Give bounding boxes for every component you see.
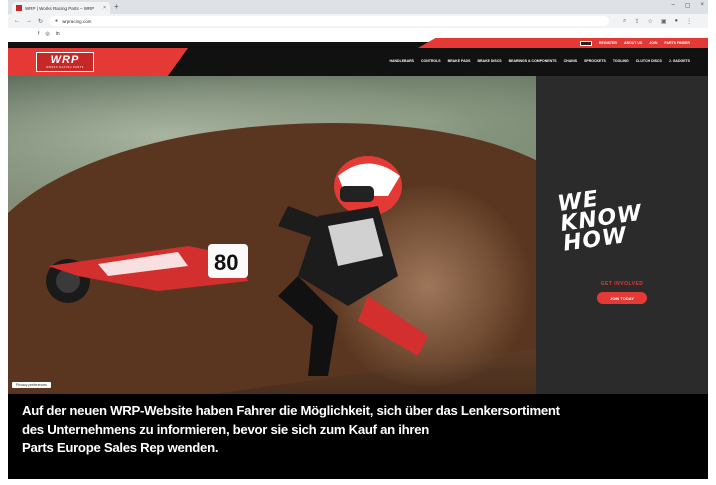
caption-line: Auf der neuen WRP-Website haben Fahrer d… (22, 403, 560, 418)
bookmark-star-icon[interactable]: ☆ (647, 18, 652, 25)
utility-link-join[interactable]: JOIN (649, 41, 657, 45)
promo-panel: WE KNOW HOW GET INVOLVED JOIN TODAY (536, 76, 708, 394)
extensions-icon[interactable]: ▣ (661, 18, 667, 25)
nav-item-gadgets[interactable]: J. GADGETS (669, 59, 690, 63)
url-text: wrpracing.com (62, 18, 92, 24)
caption-line: des Unternehmens zu informieren, bevor s… (22, 421, 429, 437)
favicon-icon (16, 5, 22, 11)
utility-link-about[interactable]: ABOUT US (624, 41, 642, 45)
nav-item-bearings[interactable]: BEARINGS & COMPONENTS (509, 59, 557, 63)
window-controls: – ▢ × (671, 2, 704, 9)
tab-close-icon[interactable]: × (103, 5, 106, 11)
linkedin-icon[interactable]: in (56, 31, 60, 37)
utility-link-parts-finder[interactable]: PARTS FINDER (664, 41, 690, 45)
promo-slogan: WE KNOW HOW (556, 177, 693, 257)
nav-item-brake-discs[interactable]: BRAKE DISCS (477, 59, 501, 63)
logo-subtext: WORKS RACING PARTS (46, 66, 84, 69)
address-row: ← → ↻ ● wrpracing.com ⌕ ⇪ ☆ ▣ ● ⋮ (8, 14, 708, 28)
privacy-preferences-button[interactable]: Privacy preferences (12, 382, 51, 388)
utility-nav: REGISTER ABOUT US JOIN PARTS FINDER (418, 38, 708, 48)
maximize-button[interactable]: ▢ (685, 2, 691, 9)
join-today-button[interactable]: JOIN TODAY (597, 292, 647, 304)
reload-icon[interactable]: ↻ (38, 18, 43, 25)
nav-item-sprockets[interactable]: SPROCKETS (584, 59, 606, 63)
tab-bar: WRP | Works Racing Parts – WRP × + – ▢ × (8, 0, 708, 14)
hero-image: 80 Privacy preferences (8, 76, 536, 394)
logo-text: WRP (50, 54, 80, 66)
instagram-icon[interactable]: ◎ (45, 31, 49, 37)
nav-item-chains[interactable]: CHAINS (564, 59, 577, 63)
back-arrow-icon[interactable]: ← (14, 18, 20, 24)
new-tab-button[interactable]: + (114, 2, 119, 12)
minimize-button[interactable]: – (671, 2, 674, 9)
language-flag-icon[interactable] (580, 40, 593, 46)
browser-tab[interactable]: WRP | Works Racing Parts – WRP × (12, 2, 110, 14)
utility-link-register[interactable]: REGISTER (599, 41, 617, 45)
zoom-icon[interactable]: ⌕ (623, 18, 626, 25)
lock-icon: ● (55, 18, 59, 24)
wrp-logo[interactable]: WRP WORKS RACING PARTS (36, 52, 94, 72)
caption-line: Parts Europe Sales Rep wenden. (22, 440, 219, 455)
nav-item-clutch-discs[interactable]: CLUTCH DISCS (636, 59, 662, 63)
profile-icon[interactable]: ● (675, 18, 679, 25)
facebook-icon[interactable]: f (38, 31, 39, 37)
tab-title: WRP | Works Racing Parts – WRP (25, 5, 95, 11)
site-header: WRP WORKS RACING PARTS HANDLEBARS CONTRO… (8, 48, 708, 78)
nav-item-brake-pads[interactable]: BRAKE PADS (448, 59, 471, 63)
nav-item-tooling[interactable]: TOOLING (613, 59, 629, 63)
browser-toolbar-icons: ⌕ ⇪ ☆ ▣ ● ⋮ (623, 18, 692, 25)
main-nav: HANDLEBARS CONTROLS BRAKE PADS BRAKE DIS… (389, 59, 690, 63)
address-bar[interactable]: ● wrpracing.com (49, 16, 610, 26)
social-links: f ◎ in (38, 31, 60, 37)
close-window-button[interactable]: × (700, 2, 704, 9)
share-icon[interactable]: ⇪ (634, 18, 639, 25)
logo-block: WRP WORKS RACING PARTS (8, 48, 188, 78)
website-viewport: f ◎ in REGISTER ABOUT US JOIN PARTS FIND… (8, 28, 708, 394)
image-caption: Auf der neuen WRP-Website haben Fahrer d… (8, 394, 708, 479)
rider-graphic (278, 156, 428, 376)
promo-subtitle: GET INVOLVED (600, 281, 644, 287)
nav-item-handlebars[interactable]: HANDLEBARS (389, 59, 414, 63)
menu-icon[interactable]: ⋮ (686, 18, 692, 25)
forward-arrow-icon[interactable]: → (26, 18, 32, 24)
nav-item-controls[interactable]: CONTROLS (421, 59, 441, 63)
